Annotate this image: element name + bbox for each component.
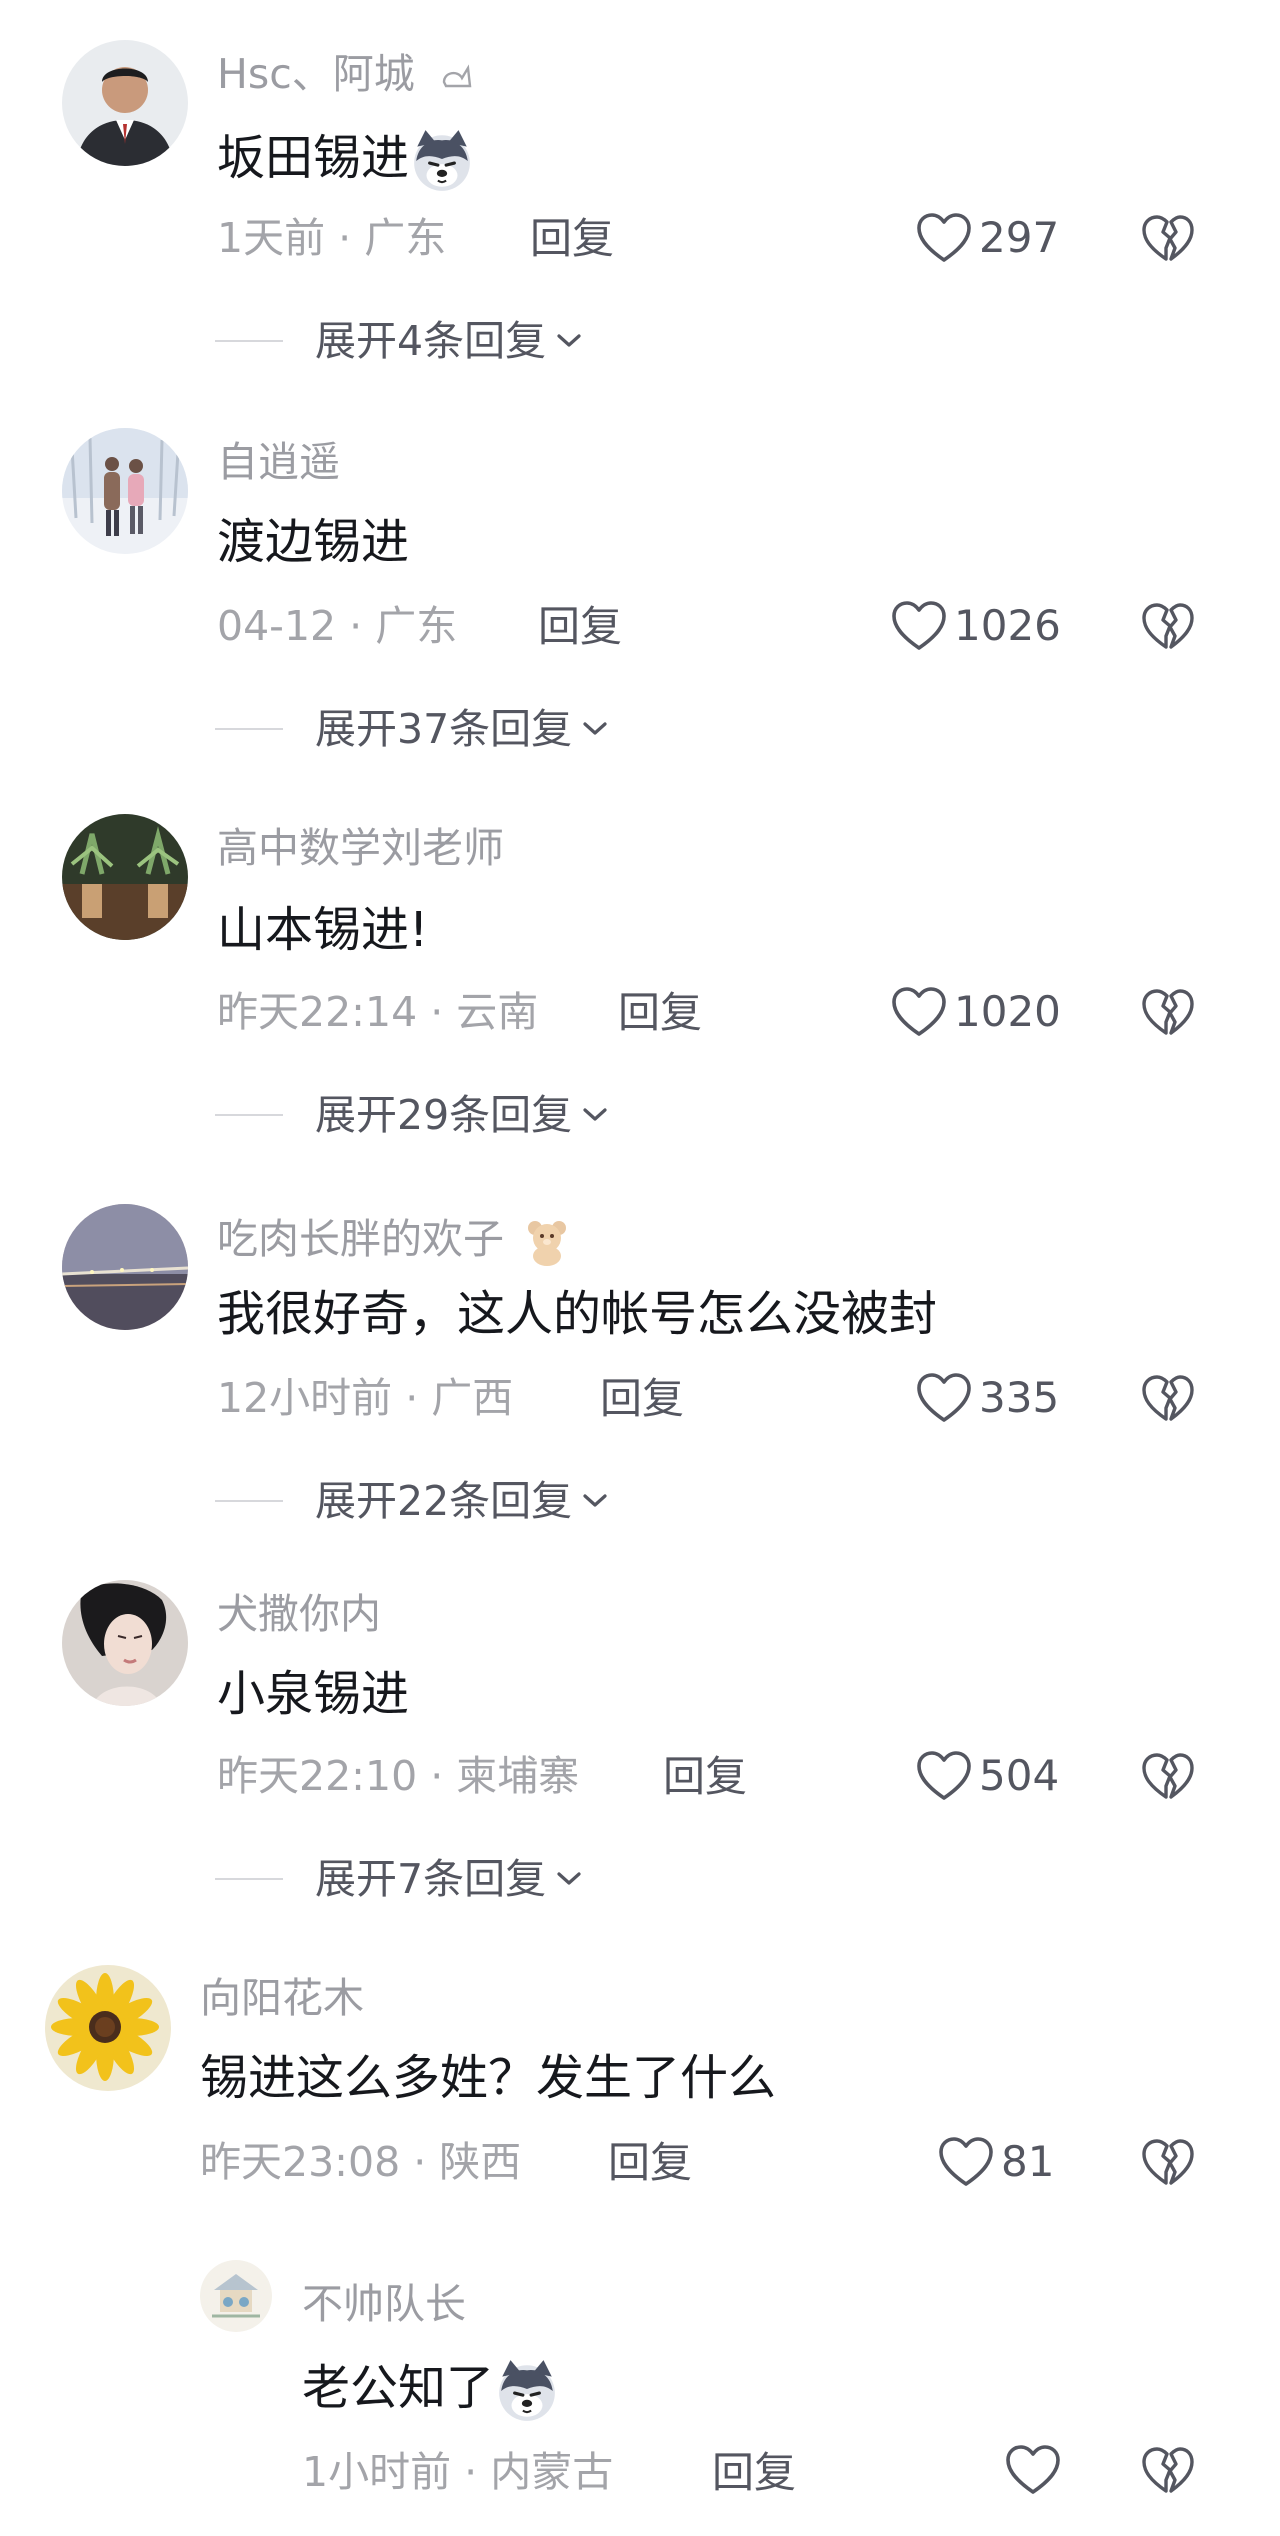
avatar[interactable]: [200, 2260, 272, 2332]
reply-button[interactable]: 回复: [712, 2452, 796, 2494]
heart-icon: [1004, 2443, 1062, 2497]
username[interactable]: 不帅队长: [302, 2284, 466, 2325]
broken-heart-icon: [1140, 2442, 1196, 2498]
sub-reply-item: 不帅队长 老公知了 1小时前 · 内蒙古 回复: [0, 0, 1280, 2536]
comment-meta: 1小时前 · 内蒙古: [302, 2448, 614, 2496]
comment-text: 老公知了: [302, 2358, 560, 2424]
husky-emoji-icon: [494, 2358, 560, 2424]
like-button[interactable]: [1004, 2440, 1062, 2500]
dislike-button[interactable]: [1140, 2442, 1196, 2498]
